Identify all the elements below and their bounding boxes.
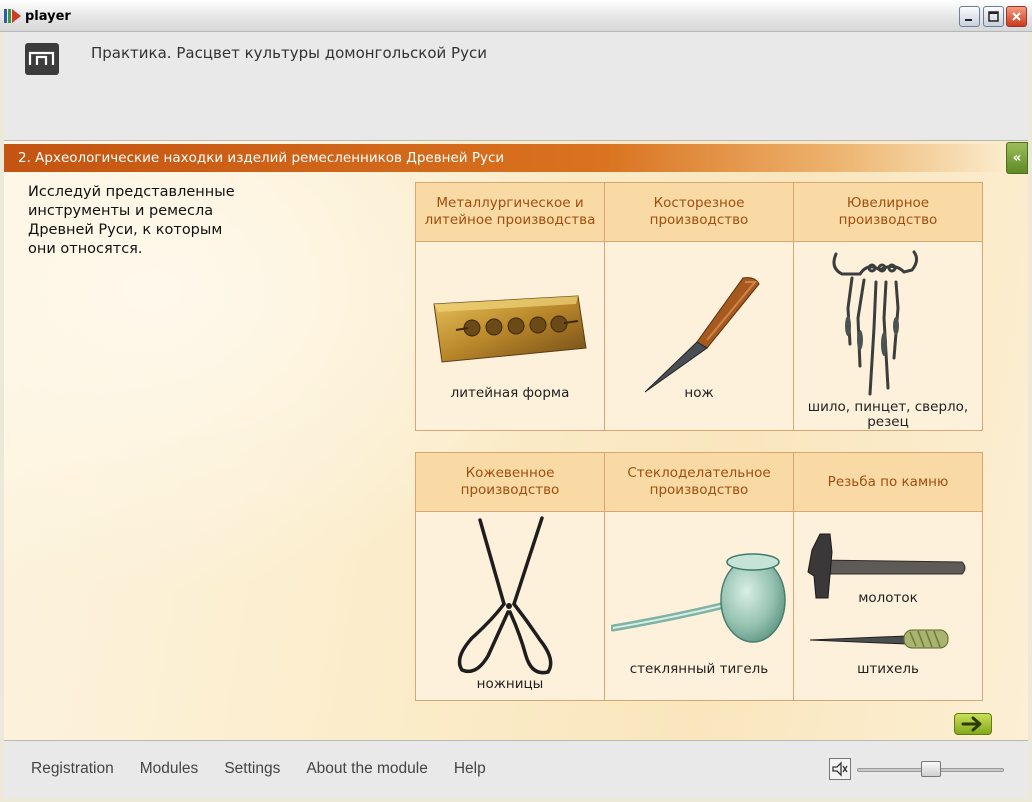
footer-bar: Registration Modules Settings About the … bbox=[4, 740, 1028, 798]
next-button[interactable] bbox=[954, 713, 992, 735]
content-panel: 2. Археологические находки изделий ремес… bbox=[4, 140, 1028, 740]
double-chevron-left-icon: « bbox=[1012, 150, 1022, 166]
close-button[interactable] bbox=[1006, 6, 1027, 27]
item-label-graver: штихель bbox=[857, 661, 919, 677]
cell-glass-crucible[interactable]: стеклянный тигель bbox=[605, 512, 794, 700]
header-glassmaking: Стеклоделательное производство bbox=[605, 453, 794, 511]
header-stone-carving: Резьба по камню bbox=[827, 473, 949, 490]
window-title: player bbox=[25, 9, 71, 24]
nav-registration[interactable]: Registration bbox=[31, 760, 114, 778]
header-jewelry: Ювелирное производство bbox=[838, 195, 938, 228]
nav-about-module[interactable]: About the module bbox=[306, 760, 428, 778]
minimize-button[interactable] bbox=[959, 6, 980, 27]
cell-stone-tools[interactable]: молоток штихель bbox=[794, 512, 982, 700]
logo-icon bbox=[25, 43, 59, 75]
item-label-casting-mold: литейная форма bbox=[450, 385, 570, 401]
nav-modules[interactable]: Modules bbox=[140, 760, 199, 778]
scissors-icon bbox=[457, 516, 553, 675]
speaker-mute-icon bbox=[832, 761, 848, 777]
jewelry-tools-icon bbox=[832, 250, 919, 396]
nav-help[interactable]: Help bbox=[454, 760, 486, 778]
table-row: литейная форма нож шило, пинцет, сверло,… bbox=[416, 242, 982, 430]
glass-crucible-icon bbox=[611, 553, 786, 643]
collapse-panel-button[interactable]: « bbox=[1006, 142, 1028, 174]
section-header-bar: 2. Археологические находки изделий ремес… bbox=[4, 144, 1004, 172]
lesson-title: Практика. Расцвет культуры домонгольской… bbox=[91, 44, 487, 62]
header-leather: Кожевенное производство bbox=[416, 453, 605, 511]
module-header: Практика. Расцвет культуры домонгольской… bbox=[4, 32, 1028, 140]
crafts-table-top: Металлургическое и литейное производства… bbox=[415, 182, 983, 431]
knife-icon bbox=[644, 277, 760, 393]
mute-button[interactable] bbox=[829, 758, 851, 780]
item-label-scissors: ножницы bbox=[476, 676, 544, 692]
item-label-jewelry-tools: шило, пинцет, сверло, резец bbox=[807, 399, 969, 430]
casting-mold-icon bbox=[433, 295, 587, 363]
task-instruction: Исследуй представленные инструменты и ре… bbox=[28, 184, 235, 257]
crafts-table-bottom: Кожевенное производство Стеклоделательно… bbox=[415, 452, 983, 701]
maximize-button[interactable] bbox=[983, 6, 1004, 27]
footer-nav: Registration Modules Settings About the … bbox=[31, 760, 512, 778]
section-title: 2. Археологические находки изделий ремес… bbox=[18, 150, 505, 166]
header-bone-carving: Косторезное производство bbox=[605, 183, 794, 241]
cell-knife[interactable]: нож bbox=[605, 242, 794, 430]
cell-casting-mold[interactable]: литейная форма bbox=[416, 242, 605, 430]
graver-icon bbox=[810, 629, 949, 649]
minimize-icon bbox=[965, 19, 972, 21]
volume-slider-thumb[interactable] bbox=[920, 761, 941, 777]
close-icon bbox=[1012, 12, 1021, 21]
table-header-row: Кожевенное производство Стеклоделательно… bbox=[416, 453, 982, 512]
nav-settings[interactable]: Settings bbox=[224, 760, 280, 778]
arrow-right-icon bbox=[961, 716, 982, 732]
cell-scissors[interactable]: ножницы bbox=[416, 512, 605, 700]
table-header-row: Металлургическое и литейное производства… bbox=[416, 183, 982, 242]
item-label-hammer: молоток bbox=[858, 590, 918, 606]
window-titlebar: player bbox=[0, 0, 1032, 32]
header-metallurgy: Металлургическое и литейное производства bbox=[416, 183, 605, 241]
item-label-knife: нож bbox=[684, 385, 714, 401]
cell-jewelry-tools[interactable]: шило, пинцет, сверло, резец bbox=[794, 242, 982, 430]
item-label-glass-crucible: стеклянный тигель bbox=[629, 661, 769, 677]
table-row: ножницы стеклянный тигель молоток штихел… bbox=[416, 512, 982, 700]
player-app-icon bbox=[4, 9, 21, 23]
maximize-icon bbox=[988, 11, 999, 22]
